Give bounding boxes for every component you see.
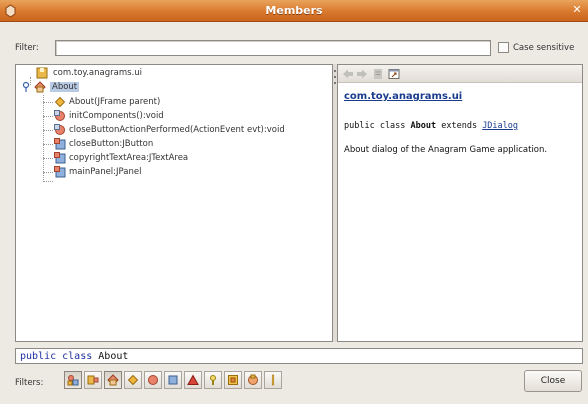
- static-filter-icon: [187, 374, 199, 385]
- tree-guide-line: [43, 95, 44, 182]
- field-filter-icon: [168, 375, 178, 385]
- filter-label: Filter:: [15, 43, 39, 53]
- filter-row: Filter: Case sensitive: [0, 40, 588, 56]
- divider-grip: [334, 76, 336, 78]
- filter-input[interactable]: [55, 40, 491, 56]
- tree-guide-line: [43, 172, 53, 173]
- method-filter-icon: [148, 375, 158, 385]
- expanded-node-icon[interactable]: [20, 81, 32, 93]
- tree-node-label: initComponents():void: [69, 111, 164, 121]
- method-filter-button[interactable]: [144, 371, 162, 389]
- members-tree[interactable]: com.toy.anagrams.ui About About(JFrame p…: [15, 64, 333, 342]
- tree-node-label: About(JFrame parent): [69, 97, 161, 107]
- hierarchy-filter-button[interactable]: [244, 371, 262, 389]
- divider-grip: [334, 82, 336, 84]
- separator-icon: [271, 374, 275, 386]
- package-icon: [36, 67, 48, 79]
- tree-guide-line: [43, 102, 53, 103]
- divider-grip: [334, 70, 336, 72]
- private-method-icon: [54, 124, 65, 135]
- constructor-icon: [54, 96, 66, 108]
- inner-class-filter-button[interactable]: [224, 371, 242, 389]
- open-in-browser-icon[interactable]: [388, 68, 400, 80]
- tree-node-label: closeButtonActionPerformed(ActionEvent e…: [69, 125, 285, 135]
- filters-label: Filters:: [15, 378, 44, 388]
- members-dialog: Members ✕ Filter: Case sensitive com.toy…: [0, 0, 588, 404]
- tree-node-label: com.toy.anagrams.ui: [53, 68, 142, 78]
- tree-node-label: mainPanel:JPanel: [69, 167, 142, 177]
- static-filter-button[interactable]: [184, 371, 202, 389]
- tree-node-label: copyrightTextArea:JTextArea: [69, 153, 189, 163]
- signature-name: About: [98, 351, 129, 362]
- private-field-icon: [54, 166, 66, 178]
- sort-by-type-icon: [107, 374, 119, 386]
- field-filter-button[interactable]: [164, 371, 182, 389]
- private-field-icon: [54, 152, 66, 164]
- tree-guide-line: [43, 144, 53, 145]
- hierarchy-filter-icon: [248, 374, 258, 385]
- private-method-icon: [54, 110, 65, 121]
- class-declaration: public class About extends JDialog: [344, 121, 518, 131]
- tree-guide-line: [43, 130, 53, 131]
- inherited-members-icon: [67, 375, 79, 386]
- non-public-filter-icon: [210, 375, 216, 385]
- separator-filter-button[interactable]: [264, 371, 282, 389]
- decl-prefix: public class: [344, 121, 411, 131]
- close-button[interactable]: Close: [524, 370, 582, 392]
- constructor-filter-button[interactable]: [124, 371, 142, 389]
- class-icon: [34, 81, 46, 93]
- close-window-icon[interactable]: ✕: [570, 3, 584, 17]
- title-bar[interactable]: Members ✕: [0, 0, 588, 22]
- non-public-filter-button[interactable]: [204, 371, 222, 389]
- window-title: Members: [265, 4, 323, 17]
- sort-filter-button[interactable]: [104, 371, 122, 389]
- javadoc-toolbar: [338, 65, 582, 83]
- signature-text: public class About: [20, 351, 128, 362]
- tree-node-label: closeButton:JButton: [69, 139, 154, 149]
- tree-guide-line: [43, 158, 53, 159]
- inherited-members-filter-button[interactable]: [64, 371, 82, 389]
- tree-node-label: About: [50, 82, 80, 92]
- tree-node-class[interactable]: About: [20, 81, 90, 94]
- package-link[interactable]: com.toy.anagrams.ui: [344, 91, 462, 102]
- constructor-filter-icon: [127, 374, 139, 386]
- inner-class-filter-icon: [228, 375, 238, 385]
- signature-field[interactable]: public class About: [15, 348, 583, 364]
- signature-keyword: public class: [20, 351, 93, 362]
- case-sensitive-label[interactable]: Case sensitive: [513, 43, 574, 53]
- javadoc-pane: com.toy.anagrams.ui public class About e…: [337, 64, 583, 342]
- private-field-icon: [54, 138, 66, 150]
- tree-guide-line: [43, 116, 53, 117]
- class-description: About dialog of the Anagram Game applica…: [344, 145, 548, 155]
- tree-guide-line: [43, 181, 53, 182]
- fqn-filter-button[interactable]: [84, 371, 102, 389]
- case-sensitive-checkbox[interactable]: [498, 42, 509, 53]
- back-arrow-icon[interactable]: [342, 68, 354, 80]
- show-source-icon[interactable]: [372, 68, 384, 80]
- show-fqn-icon: [87, 375, 99, 385]
- forward-arrow-icon[interactable]: [356, 68, 368, 80]
- decl-class-name: About: [410, 121, 437, 131]
- decl-extends: extends: [436, 121, 483, 131]
- superclass-link[interactable]: JDialog: [482, 121, 518, 131]
